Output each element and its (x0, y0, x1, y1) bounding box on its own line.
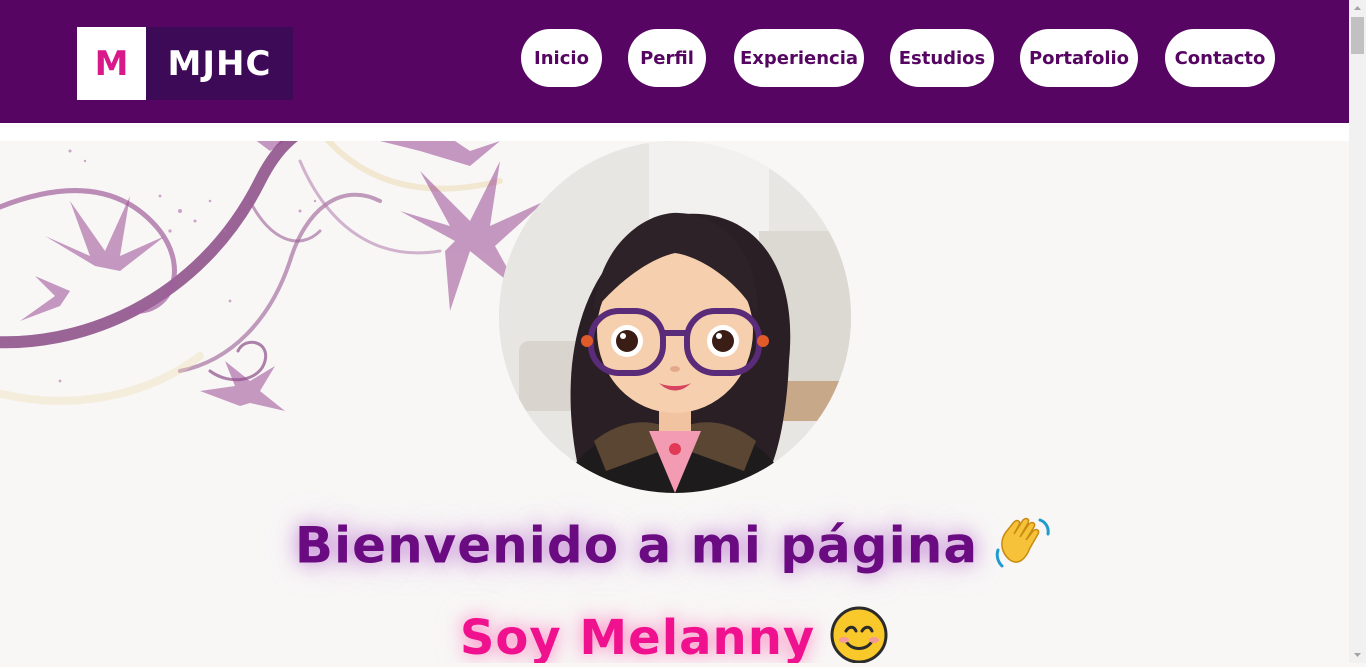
nav-portafolio[interactable]: Portafolio (1020, 29, 1138, 87)
main-nav: Inicio Perfil Experiencia Estudios Porta… (0, 29, 1349, 87)
scroll-up-icon[interactable] (1349, 0, 1366, 17)
scrollbar-thumb[interactable] (1351, 17, 1364, 54)
page: M MJHC Inicio Perfil Experiencia Estudio… (0, 0, 1349, 663)
nav-perfil[interactable]: Perfil (628, 29, 706, 87)
scroll-down-icon[interactable] (1349, 646, 1366, 663)
intro-text: Soy Melanny (459, 610, 816, 663)
waving-hand-icon (992, 512, 1054, 586)
nav-inicio[interactable]: Inicio (521, 29, 602, 87)
intro-heading: Soy Melanny (0, 605, 1349, 663)
header-divider (0, 123, 1349, 141)
welcome-heading: Bienvenido a mi página (0, 512, 1349, 586)
nav-contacto[interactable]: Contacto (1165, 29, 1275, 87)
profile-avatar (499, 141, 851, 493)
nav-experiencia[interactable]: Experiencia (734, 29, 864, 87)
header: M MJHC Inicio Perfil Experiencia Estudio… (0, 0, 1349, 123)
vertical-scrollbar[interactable] (1349, 0, 1366, 663)
smiling-face-icon (829, 605, 889, 663)
nav-estudios[interactable]: Estudios (890, 29, 994, 87)
welcome-text: Bienvenido a mi página (294, 516, 979, 575)
